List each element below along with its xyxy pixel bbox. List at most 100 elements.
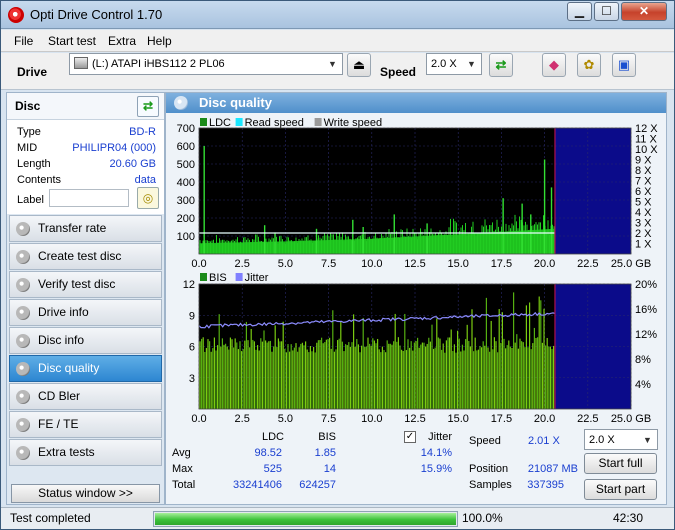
panel-title: Disc quality <box>199 95 272 110</box>
nav-create-test-disc[interactable]: Create test disc <box>9 243 162 270</box>
y-left-tick-label: 3 <box>189 373 195 385</box>
progress-text: 100.0% <box>462 511 503 525</box>
progress-fill <box>155 513 456 525</box>
drive-select[interactable]: (L:) ATAPI iHBS112 2 PL06 ▼ <box>69 53 343 75</box>
x-tick-label: 25.0 GB <box>611 258 651 269</box>
ldc-chart-svg: LDC Read speed Write speed 0.0 2.5 5.0 7.5 10.0… <box>177 117 659 270</box>
nav-drive-info[interactable]: Drive info <box>9 299 162 326</box>
x-tick-label: 0.0 <box>191 258 206 269</box>
jitter-checkbox[interactable]: ✓ <box>404 431 416 443</box>
disc-icon <box>16 334 30 348</box>
total-bis: 624257 <box>299 479 336 491</box>
disc-icon <box>174 96 188 110</box>
bis-chart-svg: BIS Jitter 0.0 2.5 5.0 7.5 10.0 12.5 15.0 17.5 20.… <box>183 272 657 425</box>
nav-transfer-rate[interactable]: Transfer rate <box>9 215 162 242</box>
legend-label: Write speed <box>324 117 383 129</box>
max-jitter: 15.9% <box>420 463 452 475</box>
speed-stat-value: 2.01 X <box>528 435 560 447</box>
disc-icon <box>16 446 30 460</box>
y-right-tick-label: 6 X <box>635 186 652 198</box>
y-right-tick-label: 7 X <box>635 176 652 188</box>
toolbar: Drive (L:) ATAPI iHBS112 2 PL06 ▼ ⏏ Spee… <box>1 53 674 90</box>
write-label-button[interactable]: ◎ <box>137 187 159 209</box>
disc-icon <box>16 362 30 376</box>
legend-swatch <box>200 118 207 126</box>
window-title: Opti Drive Control 1.70 <box>30 7 163 22</box>
y-left-tick-label: 300 <box>177 195 195 207</box>
legend-label: Read speed <box>245 117 304 129</box>
legend-swatch <box>200 273 207 281</box>
total-ldc: 33241406 <box>233 479 282 491</box>
erase-button[interactable]: ◆ <box>542 53 566 77</box>
speed-label: Speed <box>380 65 417 79</box>
info-row-length: Length 20.60 GB <box>17 158 156 170</box>
menu-help[interactable]: Help <box>147 34 172 48</box>
maximize-button[interactable]: ☐ <box>594 2 619 21</box>
label-field[interactable] <box>49 189 129 207</box>
settings-button[interactable]: ✿ <box>577 53 601 77</box>
minimize-button[interactable]: ▁ <box>567 2 592 21</box>
nav-extra-tests[interactable]: Extra tests <box>9 439 162 466</box>
refresh-speed-button[interactable]: ⇄ <box>489 53 513 77</box>
y-right-tick-label: 11 X <box>635 134 657 146</box>
y-right-tick-label: 1 X <box>635 239 652 251</box>
x-tick-label: 12.5 <box>404 258 425 269</box>
y-right-tick-label: 12% <box>635 329 657 341</box>
y-right-tick-label: 9 X <box>635 155 652 167</box>
y-left-tick-label: 12 <box>183 279 195 291</box>
y-right-tick-label: 8% <box>635 354 651 366</box>
close-button[interactable]: ✕ <box>621 2 667 21</box>
menu-extra[interactable]: Extra <box>108 34 136 48</box>
refresh-icon: ⇄ <box>495 57 507 72</box>
nav-disc-info[interactable]: Disc info <box>9 327 162 354</box>
eject-icon: ⏏ <box>352 57 366 72</box>
x-tick-label: 22.5 <box>577 413 598 425</box>
test-speed-select[interactable]: 2.0 X ▼ <box>584 429 658 450</box>
col-bis: BIS <box>318 431 336 443</box>
app-disc-icon <box>8 7 24 23</box>
title-bar: Opti Drive Control 1.70 ▁ ☐ ✕ <box>1 1 674 29</box>
eject-button[interactable]: ⏏ <box>347 53 371 77</box>
x-tick-label: 10.0 <box>361 258 382 269</box>
panel-header: Disc quality <box>166 93 666 113</box>
col-ldc: LDC <box>261 431 284 443</box>
avg-bis: 1.85 <box>314 447 336 459</box>
y-left-tick-label: 700 <box>177 123 195 135</box>
legend-label: BIS <box>209 272 227 284</box>
x-tick-label: 17.5 <box>491 258 512 269</box>
x-tick-label: 7.5 <box>321 258 336 269</box>
refresh-disc-button[interactable]: ⇄ <box>137 96 159 117</box>
legend-label: LDC <box>209 117 231 129</box>
stats-area: LDC BIS ✓ Jitter Avg 98.52 1.85 14.1% Ma… <box>166 427 666 504</box>
y-right-tick-label: 10 X <box>635 144 658 156</box>
chevron-down-icon: ▼ <box>328 59 337 69</box>
start-part-button[interactable]: Start part <box>584 479 657 500</box>
y-left-tick-label: 100 <box>177 231 195 243</box>
start-full-button[interactable]: Start full <box>584 453 657 474</box>
eraser-icon: ◆ <box>549 57 559 72</box>
y-right-tick-label: 4% <box>635 379 651 391</box>
disc-header: Disc ⇄ <box>7 93 164 120</box>
status-window-button[interactable]: Status window >> <box>11 484 160 503</box>
speed-select[interactable]: 2.0 X ▼ <box>426 53 482 75</box>
x-tick-label: 12.5 <box>404 413 425 425</box>
nav-verify-test-disc[interactable]: Verify test disc <box>9 271 162 298</box>
nav-disc-quality[interactable]: Disc quality <box>9 355 162 382</box>
save-button[interactable]: ▣ <box>612 53 636 77</box>
y-left-tick-label: 6 <box>189 342 195 354</box>
disc-icon <box>16 222 30 236</box>
disc-title: Disc <box>15 99 41 113</box>
menu-file[interactable]: File <box>14 34 33 48</box>
menu-start-test[interactable]: Start test <box>48 34 96 48</box>
y-right-tick-label: 8 X <box>635 165 652 177</box>
nav-cd-bler[interactable]: CD Bler <box>9 383 162 410</box>
x-tick-label: 2.5 <box>235 413 250 425</box>
info-row-mid: MID PHILIPR04 (000) <box>17 142 156 154</box>
chevron-down-icon: ▼ <box>467 59 476 69</box>
y-left-tick-label: 9 <box>189 310 195 322</box>
nav-fe-te[interactable]: FE / TE <box>9 411 162 438</box>
drive-icon <box>74 57 88 69</box>
samples-label: Samples <box>469 479 512 491</box>
avg-ldc: 98.52 <box>254 447 282 459</box>
y-right-tick-label: 3 X <box>635 218 652 230</box>
